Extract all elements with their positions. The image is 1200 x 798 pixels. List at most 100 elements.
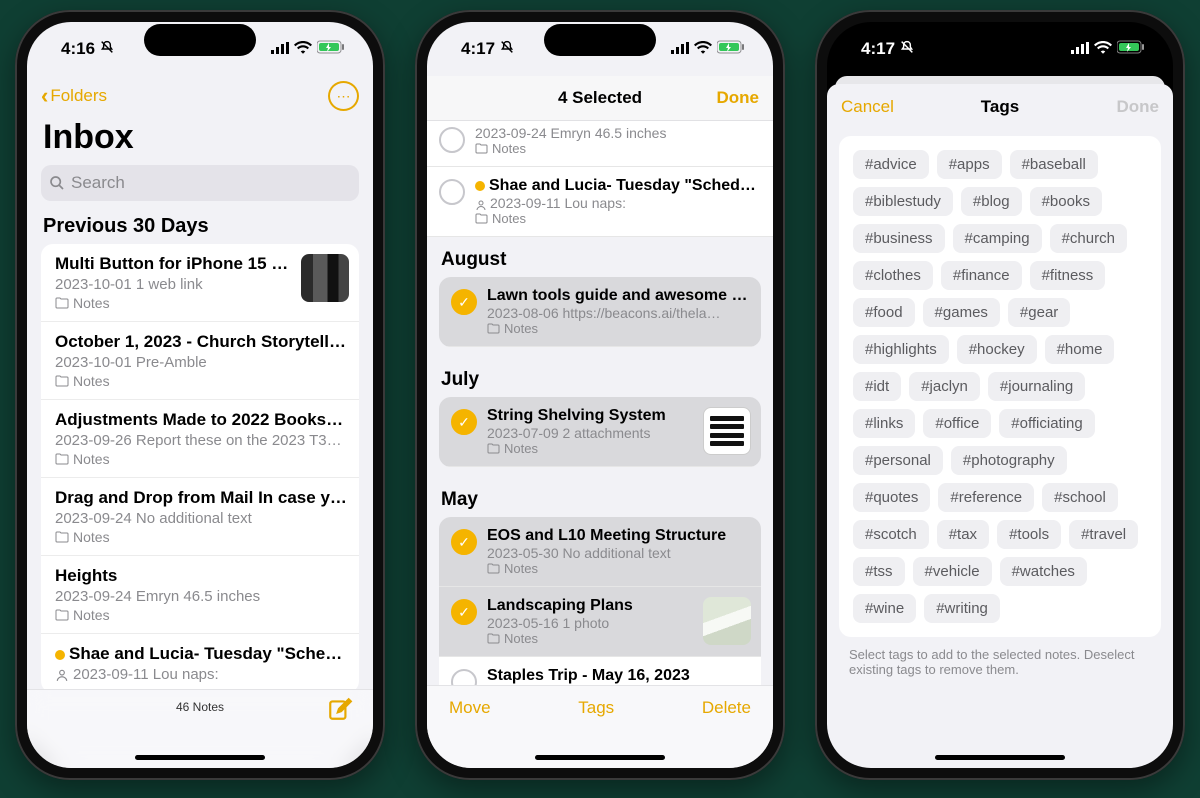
tags-help-text: Select tags to add to the selected notes… xyxy=(827,637,1173,687)
done-button-disabled: Done xyxy=(1117,97,1160,117)
tag-chip[interactable]: #tax xyxy=(937,520,989,549)
status-time: 4:17 xyxy=(461,39,495,59)
tag-chip[interactable]: #camping xyxy=(953,224,1042,253)
note-title: Adjustments Made to 2022 Books for… xyxy=(55,410,347,430)
signal-icon xyxy=(1071,39,1089,59)
tag-chip[interactable]: #highlights xyxy=(853,335,949,364)
tag-chip[interactable]: #officiating xyxy=(999,409,1094,438)
note-select-row[interactable]: ✓ Lawn tools guide and awesome li… 2023-… xyxy=(439,277,761,347)
note-folder: Notes xyxy=(487,441,699,456)
checkbox-icon[interactable] xyxy=(451,669,477,685)
tag-chip[interactable]: #fitness xyxy=(1030,261,1106,290)
tag-chip[interactable]: #home xyxy=(1045,335,1115,364)
selection-count-title: 4 Selected xyxy=(558,88,642,108)
tag-chip[interactable]: #school xyxy=(1042,483,1118,512)
checkbox-checked-icon[interactable]: ✓ xyxy=(451,599,477,625)
search-input[interactable]: Search xyxy=(41,165,359,201)
note-select-row[interactable]: ✓ String Shelving System 2023-07-09 2 at… xyxy=(439,397,761,467)
note-subtitle: 2023-09-24 Emryn 46.5 inches xyxy=(475,125,761,141)
tag-chip[interactable]: #personal xyxy=(853,446,943,475)
cancel-button[interactable]: Cancel xyxy=(841,97,894,117)
note-select-row[interactable]: Shae and Lucia- Tuesday "Sched… 2023-09-… xyxy=(427,167,773,237)
checkbox-checked-icon[interactable]: ✓ xyxy=(451,409,477,435)
note-row[interactable]: Adjustments Made to 2022 Books for… 2023… xyxy=(41,400,359,478)
dynamic-island xyxy=(944,24,1056,56)
tag-chip[interactable]: #office xyxy=(923,409,991,438)
home-indicator[interactable] xyxy=(135,755,265,760)
battery-icon xyxy=(717,39,745,59)
tag-chip[interactable]: #finance xyxy=(941,261,1022,290)
tag-chip[interactable]: #business xyxy=(853,224,945,253)
footer-bar: 46 Notes xyxy=(27,689,373,768)
note-select-row[interactable]: Staples Trip - May 16, 2023 2023-05-16 S… xyxy=(439,657,761,685)
tag-chip[interactable]: #vehicle xyxy=(913,557,992,586)
tag-chip[interactable]: #food xyxy=(853,298,915,327)
folder-icon xyxy=(55,453,69,465)
delete-button[interactable]: Delete xyxy=(702,698,751,718)
tag-chip[interactable]: #baseball xyxy=(1010,150,1098,179)
tag-chip[interactable]: #books xyxy=(1030,187,1102,216)
note-select-row[interactable]: 2023-09-24 Emryn 46.5 inches Notes xyxy=(427,121,773,167)
tag-chip[interactable]: #scotch xyxy=(853,520,929,549)
tag-chip[interactable]: #clothes xyxy=(853,261,933,290)
tag-chip[interactable]: #blog xyxy=(961,187,1022,216)
notes-count: 46 Notes xyxy=(176,700,224,714)
home-indicator[interactable] xyxy=(935,755,1065,760)
tag-chip[interactable]: #photography xyxy=(951,446,1067,475)
tag-chip[interactable]: #advice xyxy=(853,150,929,179)
note-select-row[interactable]: ✓ EOS and L10 Meeting Structure 2023-05-… xyxy=(439,517,761,587)
note-thumbnail xyxy=(703,597,751,645)
checkbox-checked-icon[interactable]: ✓ xyxy=(451,529,477,555)
folder-icon xyxy=(487,563,500,574)
selection-toolbar: Move Tags Delete xyxy=(427,685,773,768)
back-label: Folders xyxy=(50,86,107,106)
tag-chip[interactable]: #travel xyxy=(1069,520,1138,549)
shared-icon xyxy=(55,668,69,682)
note-row[interactable]: Drag and Drop from Mail In case you… 202… xyxy=(41,478,359,556)
tag-chip[interactable]: #idt xyxy=(853,372,901,401)
note-row[interactable]: Multi Button for iPhone 15 Pro 2023-10-0… xyxy=(41,244,359,322)
tag-chip[interactable]: #tools xyxy=(997,520,1061,549)
tag-chip[interactable]: #wine xyxy=(853,594,916,623)
tag-chip[interactable]: #reference xyxy=(938,483,1034,512)
tags-button[interactable]: Tags xyxy=(578,698,614,718)
back-folders-link[interactable]: ‹ Folders xyxy=(41,83,107,109)
compose-button[interactable] xyxy=(327,696,353,727)
pinned-dot-icon xyxy=(55,650,65,660)
checkbox-icon[interactable] xyxy=(439,127,465,153)
checkbox-icon[interactable] xyxy=(439,179,465,205)
wifi-icon xyxy=(1094,39,1112,59)
note-select-row[interactable]: ✓ Landscaping Plans 2023-05-16 1 photo N… xyxy=(439,587,761,657)
done-button[interactable]: Done xyxy=(717,88,760,108)
note-title: Shae and Lucia- Tuesday "Sched… xyxy=(475,177,761,195)
tag-chip[interactable]: #links xyxy=(853,409,915,438)
tag-chip[interactable]: #quotes xyxy=(853,483,930,512)
tag-chip[interactable]: #hockey xyxy=(957,335,1037,364)
tag-chip[interactable]: #games xyxy=(923,298,1000,327)
folder-icon xyxy=(475,213,488,224)
tag-chip[interactable]: #apps xyxy=(937,150,1002,179)
folder-icon xyxy=(55,297,69,309)
tag-chip[interactable]: #tss xyxy=(853,557,905,586)
sheet-title: Tags xyxy=(981,97,1019,117)
note-row[interactable]: October 1, 2023 - Church Storytelling 20… xyxy=(41,322,359,400)
folder-icon xyxy=(55,531,69,543)
tag-chip[interactable]: #gear xyxy=(1008,298,1070,327)
checkbox-checked-icon[interactable]: ✓ xyxy=(451,289,477,315)
note-folder: Notes xyxy=(475,211,761,226)
note-row[interactable]: Heights 2023-09-24 Emryn 46.5 inches Not… xyxy=(41,556,359,634)
tag-chip[interactable]: #writing xyxy=(924,594,1000,623)
tag-chip[interactable]: #biblestudy xyxy=(853,187,953,216)
move-button[interactable]: Move xyxy=(449,698,491,718)
home-indicator[interactable] xyxy=(535,755,665,760)
note-row[interactable]: Shae and Lucia- Tuesday "Schedule" 2023-… xyxy=(41,634,359,689)
pinned-dot-icon xyxy=(475,181,485,191)
tag-chip[interactable]: #watches xyxy=(1000,557,1087,586)
tag-chip[interactable]: #church xyxy=(1050,224,1127,253)
more-options-button[interactable]: ⋯ xyxy=(328,81,359,111)
note-title: String Shelving System xyxy=(487,407,699,425)
tag-chip[interactable]: #journaling xyxy=(988,372,1085,401)
tag-chip[interactable]: #jaclyn xyxy=(909,372,980,401)
note-subtitle: 2023-10-01 Pre-Amble xyxy=(55,354,347,371)
note-folder: Notes xyxy=(487,561,749,576)
